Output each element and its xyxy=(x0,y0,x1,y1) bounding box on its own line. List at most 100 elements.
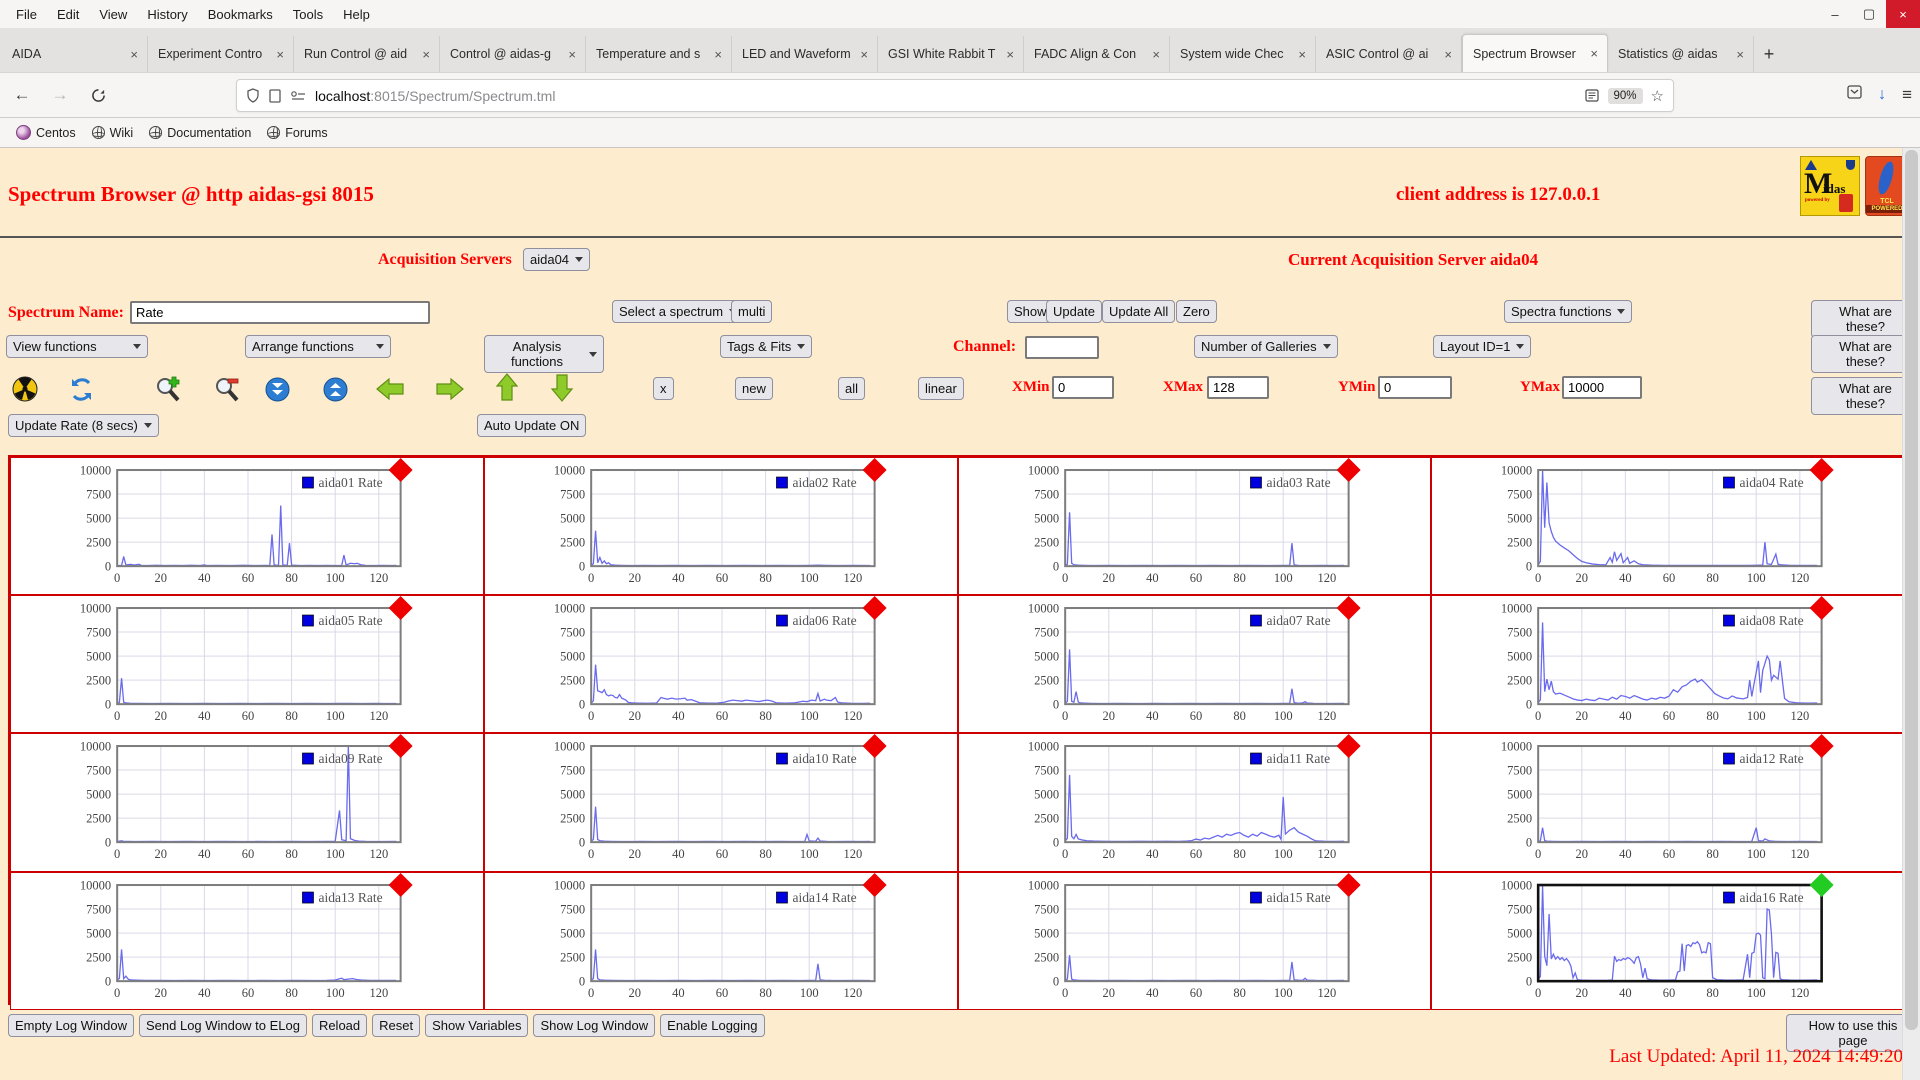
bookmark-star-icon[interactable]: ☆ xyxy=(1651,87,1664,105)
tab-control-aidas-g[interactable]: Control @ aidas-g × xyxy=(440,36,586,72)
tab-system-wide-chec[interactable]: System wide Chec × xyxy=(1170,36,1316,72)
spectrum-cell-aida13[interactable]: 0 20 40 60 80 100 120 0 2500 5000 7500 10000 aida13 … xyxy=(10,871,484,1010)
all-button[interactable]: all xyxy=(838,377,866,400)
scroll-up-icon[interactable] xyxy=(320,374,350,404)
spectrum-cell-aida06[interactable]: 0 20 40 60 80 100 120 0 2500 5000 7500 10000 aida06 … xyxy=(483,595,958,734)
reload-icon[interactable] xyxy=(82,79,114,111)
view-functions-dropdown[interactable]: View functions xyxy=(6,335,148,358)
tab-spectrum-browser[interactable]: Spectrum Browser × xyxy=(1462,34,1608,72)
tab-temperature-and-s[interactable]: Temperature and s × xyxy=(586,36,732,72)
permissions-icon[interactable] xyxy=(290,90,306,102)
arrow-right-icon[interactable] xyxy=(434,374,464,404)
status-diamond-icon[interactable] xyxy=(1809,734,1834,759)
spectrum-cell-aida15[interactable]: 0 20 40 60 80 100 120 0 2500 5000 7500 10000 aida15 … xyxy=(957,871,1432,1010)
status-diamond-icon[interactable] xyxy=(388,734,413,759)
refresh-icon[interactable] xyxy=(66,374,96,404)
tab-close-icon[interactable]: × xyxy=(1149,47,1163,62)
arrow-left-icon[interactable] xyxy=(375,374,405,404)
status-diamond-icon[interactable] xyxy=(388,458,413,483)
tab-close-icon[interactable]: × xyxy=(127,47,141,62)
arrow-up-icon[interactable] xyxy=(492,372,522,402)
footer-button-enable-logging[interactable]: Enable Logging xyxy=(660,1014,765,1037)
tab-aida[interactable]: AIDA × xyxy=(2,36,148,72)
status-diamond-icon[interactable] xyxy=(388,872,413,897)
maximize-icon[interactable]: ▢ xyxy=(1852,0,1886,28)
footer-button-reset[interactable]: Reset xyxy=(372,1014,421,1037)
shield-icon[interactable] xyxy=(246,88,260,103)
spectra-functions-dropdown[interactable]: Spectra functions xyxy=(1504,300,1633,323)
arrow-down-icon[interactable] xyxy=(547,372,577,402)
footer-button-show-variables[interactable]: Show Variables xyxy=(425,1014,529,1037)
pocket-icon[interactable] xyxy=(1847,85,1862,104)
tab-fadc-align-con[interactable]: FADC Align & Con × xyxy=(1024,36,1170,72)
bookmark-forums[interactable]: Forums xyxy=(259,123,335,143)
zoom-level-chip[interactable]: 90% xyxy=(1607,87,1643,104)
radiation-icon[interactable] xyxy=(10,374,40,404)
menu-bookmarks[interactable]: Bookmarks xyxy=(198,3,283,26)
tags-fits-dropdown[interactable]: Tags & Fits xyxy=(720,335,813,358)
page-info-icon[interactable] xyxy=(269,88,281,103)
spectrum-cell-aida04[interactable]: 0 20 40 60 80 100 120 0 2500 5000 7500 10000 aida04 … xyxy=(1431,457,1905,596)
multi-button[interactable]: multi xyxy=(731,300,773,323)
spectrum-cell-aida09[interactable]: 0 20 40 60 80 100 120 0 2500 5000 7500 10000 aida09 … xyxy=(10,733,484,872)
status-diamond-icon[interactable] xyxy=(1336,458,1361,483)
status-diamond-icon[interactable] xyxy=(1336,734,1361,759)
menu-view[interactable]: View xyxy=(89,3,137,26)
url-bar[interactable]: localhost:8015/Spectrum/Spectrum.tml 90%… xyxy=(236,79,1674,112)
spectrum-name-input[interactable] xyxy=(130,301,430,324)
status-diamond-icon[interactable] xyxy=(1809,596,1834,621)
x-button[interactable]: x xyxy=(653,377,674,400)
status-diamond-icon[interactable] xyxy=(1809,458,1834,483)
menu-file[interactable]: File xyxy=(6,3,47,26)
scrollbar-thumb[interactable] xyxy=(1905,150,1918,1030)
url-text[interactable]: localhost:8015/Spectrum/Spectrum.tml xyxy=(315,88,1585,104)
status-diamond-icon[interactable] xyxy=(388,596,413,621)
tab-close-icon[interactable]: × xyxy=(273,47,287,62)
status-diamond-icon[interactable] xyxy=(862,596,887,621)
status-diamond-icon[interactable] xyxy=(862,872,887,897)
channel-input[interactable] xyxy=(1025,336,1099,359)
xmin-input[interactable] xyxy=(1052,376,1114,399)
reader-view-icon[interactable] xyxy=(1584,89,1599,102)
bookmark-centos[interactable]: Centos xyxy=(8,122,84,143)
spectrum-cell-aida08[interactable]: 0 20 40 60 80 100 120 0 2500 5000 7500 10000 aida08 … xyxy=(1431,595,1905,734)
ymin-input[interactable] xyxy=(1378,376,1452,399)
zoom-in-icon[interactable] xyxy=(152,374,182,404)
tab-experiment-contro[interactable]: Experiment Contro × xyxy=(148,36,294,72)
status-diamond-icon[interactable] xyxy=(1336,872,1361,897)
spectrum-cell-aida01[interactable]: 0 20 40 60 80 100 120 0 2500 5000 7500 10000 aida01 … xyxy=(10,457,484,596)
spectrum-cell-aida07[interactable]: 0 20 40 60 80 100 120 0 2500 5000 7500 10000 aida07 … xyxy=(957,595,1432,734)
new-button[interactable]: new xyxy=(735,377,773,400)
auto-update-button[interactable]: Auto Update ON xyxy=(477,414,587,437)
arrange-functions-dropdown[interactable]: Arrange functions xyxy=(245,335,391,358)
tab-close-icon[interactable]: × xyxy=(1003,47,1017,62)
footer-button-empty-log-window[interactable]: Empty Log Window xyxy=(8,1014,134,1037)
tab-run-control-aid[interactable]: Run Control @ aid × xyxy=(294,36,440,72)
spectrum-cell-aida16[interactable]: 0 20 40 60 80 100 120 0 2500 5000 7500 10000 aida16 … xyxy=(1431,871,1905,1010)
number-of-galleries-dropdown[interactable]: Number of Galleries xyxy=(1194,335,1338,358)
downloads-icon[interactable]: ↓ xyxy=(1878,86,1886,104)
status-diamond-icon[interactable] xyxy=(862,734,887,759)
tab-led-and-waveform[interactable]: LED and Waveform × xyxy=(732,36,878,72)
back-icon[interactable]: ← xyxy=(6,79,38,111)
spectrum-cell-aida02[interactable]: 0 20 40 60 80 100 120 0 2500 5000 7500 10000 aida02 … xyxy=(483,457,958,596)
spectrum-cell-aida12[interactable]: 0 20 40 60 80 100 120 0 2500 5000 7500 10000 aida12 … xyxy=(1431,733,1905,872)
menu-help[interactable]: Help xyxy=(333,3,380,26)
menu-tools[interactable]: Tools xyxy=(283,3,333,26)
status-diamond-icon[interactable] xyxy=(1809,872,1834,897)
spectrum-cell-aida11[interactable]: 0 20 40 60 80 100 120 0 2500 5000 7500 10000 aida11 … xyxy=(957,733,1432,872)
select-spectrum-dropdown[interactable]: Select a spectrum xyxy=(612,300,745,323)
linear-button[interactable]: linear xyxy=(918,377,964,400)
close-icon[interactable]: × xyxy=(1886,0,1920,28)
tab-close-icon[interactable]: × xyxy=(857,47,871,62)
spectrum-cell-aida10[interactable]: 0 20 40 60 80 100 120 0 2500 5000 7500 10000 aida10 … xyxy=(483,733,958,872)
bookmark-documentation[interactable]: Documentation xyxy=(141,123,259,143)
status-diamond-icon[interactable] xyxy=(1336,596,1361,621)
bookmark-wiki[interactable]: Wiki xyxy=(84,123,142,143)
tab-close-icon[interactable]: × xyxy=(419,47,433,62)
scroll-down-icon[interactable] xyxy=(262,374,292,404)
acquisition-server-select[interactable]: aida04 xyxy=(523,248,591,271)
tab-close-icon[interactable]: × xyxy=(1733,47,1747,62)
spectrum-cell-aida14[interactable]: 0 20 40 60 80 100 120 0 2500 5000 7500 10000 aida14 … xyxy=(483,871,958,1010)
page-scrollbar[interactable] xyxy=(1902,148,1920,1080)
